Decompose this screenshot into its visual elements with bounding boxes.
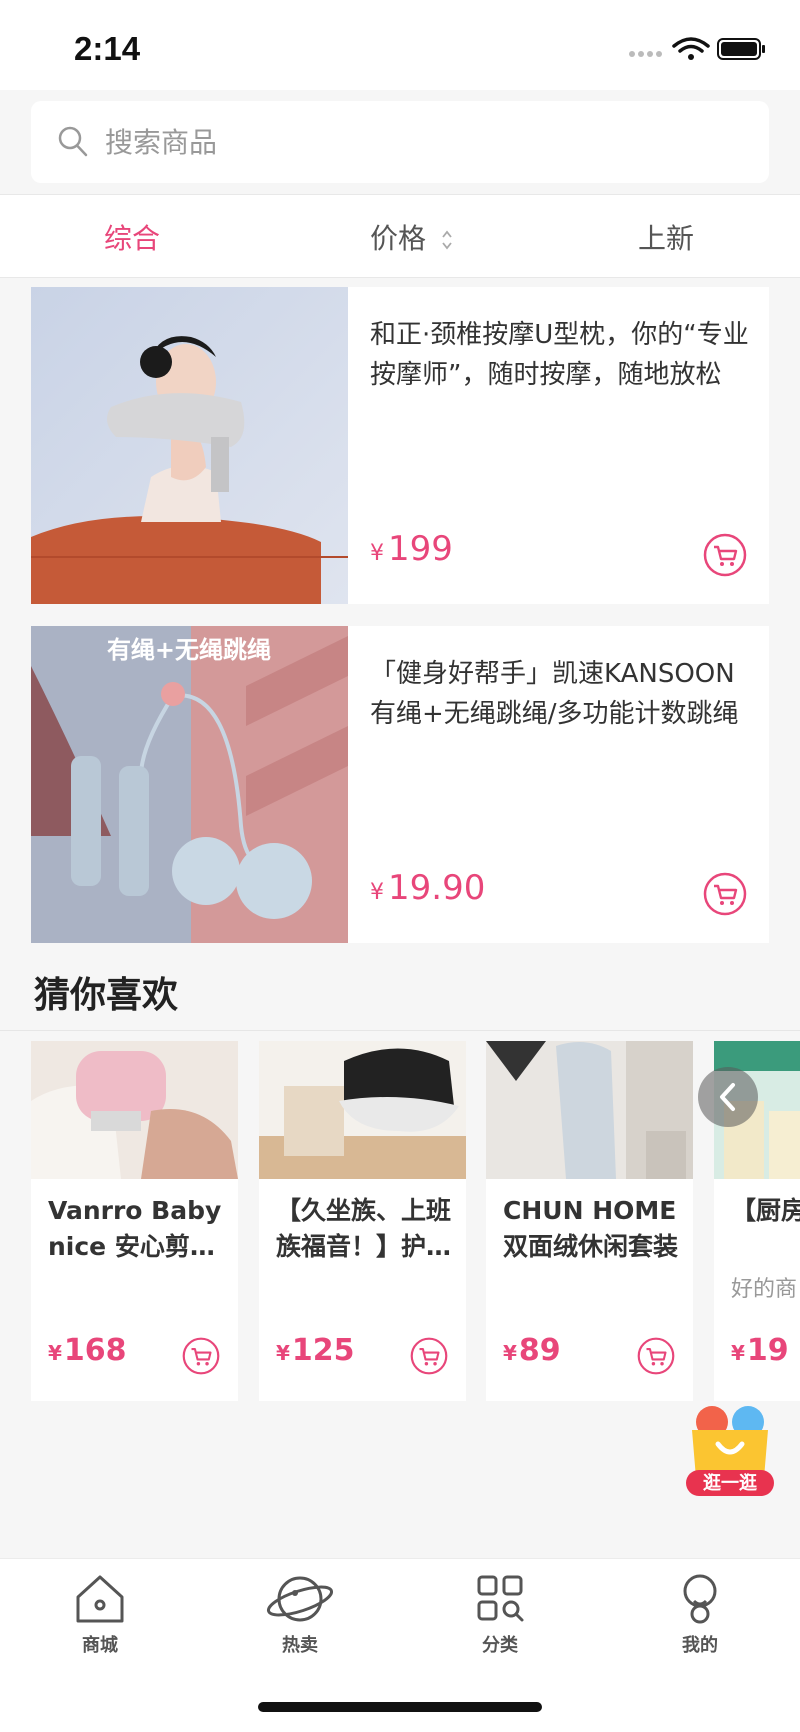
section-title-recommend: 猜你喜欢 xyxy=(34,975,179,1016)
recommend-price: ¥89 xyxy=(503,1333,561,1368)
tab-mall[interactable]: 商城 xyxy=(40,1573,160,1657)
recommend-title[interactable]: Vanrro Baby nice 安心剪宝宝指甲剪 xyxy=(48,1193,228,1265)
chevron-left-icon xyxy=(720,1083,735,1111)
search-area: 搜索商品 xyxy=(0,90,800,194)
recommend-card[interactable]: CHUN HOME 双面绒休闲套装 ¥89 xyxy=(486,1041,693,1401)
product-title[interactable]: 和正·颈椎按摩U型枕，你的“专业按摩师”，随时按摩，随地放松 xyxy=(370,315,750,395)
product-image[interactable]: 有绳+无绳跳绳 xyxy=(31,626,348,943)
status-time: 2:14 xyxy=(74,30,141,67)
product-image[interactable] xyxy=(31,287,348,604)
price-value: 19 xyxy=(746,1333,789,1368)
search-icon xyxy=(58,126,88,157)
price-value: 19.90 xyxy=(388,868,486,908)
price-value: 168 xyxy=(63,1333,127,1368)
tab-label: 我的 xyxy=(682,1635,718,1656)
add-to-cart-icon[interactable] xyxy=(703,872,747,916)
search-input[interactable]: 搜索商品 xyxy=(31,101,769,183)
status-icons xyxy=(626,34,766,64)
product-image-caption: 有绳+无绳跳绳 xyxy=(107,636,271,664)
recommend-price: ¥125 xyxy=(276,1333,355,1368)
home-indicator xyxy=(258,1702,542,1712)
add-to-cart-icon[interactable] xyxy=(637,1337,675,1375)
add-to-cart-icon[interactable] xyxy=(182,1337,220,1375)
recommend-image[interactable] xyxy=(259,1041,466,1179)
price-value: 89 xyxy=(518,1333,561,1368)
filter-tab-comprehensive[interactable]: 综合 xyxy=(104,217,160,257)
scroll-left-button[interactable] xyxy=(698,1067,758,1127)
planet-icon xyxy=(266,1576,334,1622)
product-price: ¥199 xyxy=(370,529,453,569)
recommend-title[interactable]: 【厨房调料瓶调 xyxy=(731,1193,800,1229)
tab-profile[interactable]: 我的 xyxy=(640,1573,760,1657)
tab-label: 热卖 xyxy=(282,1635,318,1656)
tab-hot[interactable]: 热卖 xyxy=(240,1573,360,1657)
price-value: 125 xyxy=(291,1333,355,1368)
divider xyxy=(0,1030,800,1031)
recommend-title[interactable]: CHUN HOME 双面绒休闲套装 xyxy=(503,1193,683,1265)
currency-symbol: ¥ xyxy=(370,880,384,905)
filter-tab-new[interactable]: 上新 xyxy=(638,217,694,257)
currency-symbol: ¥ xyxy=(503,1341,517,1365)
profile-icon xyxy=(683,1574,717,1624)
tab-label: 分类 xyxy=(482,1635,518,1656)
filter-tab-price-label: 价格 xyxy=(370,222,427,255)
browse-float-label: 逛一逛 xyxy=(703,1472,757,1494)
recommend-price: ¥19 xyxy=(731,1333,789,1368)
currency-symbol: ¥ xyxy=(276,1341,290,1365)
signal-icon xyxy=(629,51,662,57)
search-placeholder: 搜索商品 xyxy=(105,126,218,159)
product-price: ¥19.90 xyxy=(370,868,485,908)
filter-tab-price[interactable]: 价格 xyxy=(370,217,453,257)
product-title[interactable]: 「健身好帮手」凯速KANSOON 有绳+无绳跳绳/多功能计数跳绳 xyxy=(370,654,750,734)
add-to-cart-icon[interactable] xyxy=(703,533,747,577)
category-icon xyxy=(477,1575,524,1622)
status-bar: 2:14 xyxy=(0,0,800,90)
tab-label: 商城 xyxy=(82,1635,118,1656)
filter-bar: 综合 价格 上新 xyxy=(0,194,800,278)
recommend-image[interactable] xyxy=(486,1041,693,1179)
product-card[interactable]: 有绳+无绳跳绳 「健身好帮手」凯速KANSOON 有绳+无绳跳绳/多功能计数跳绳… xyxy=(31,626,769,943)
price-value: 199 xyxy=(388,529,453,569)
recommend-title[interactable]: 【久坐族、上班族福音！】护腰坐垫 xyxy=(276,1193,456,1265)
add-to-cart-icon[interactable] xyxy=(410,1337,448,1375)
currency-symbol: ¥ xyxy=(731,1341,745,1365)
browse-float-button[interactable]: 逛一逛 xyxy=(680,1400,780,1500)
wifi-icon xyxy=(672,37,710,60)
recommend-price: ¥168 xyxy=(48,1333,127,1368)
recommend-card[interactable]: 【久坐族、上班族福音！】护腰坐垫 ¥125 xyxy=(259,1041,466,1401)
home-icon xyxy=(76,1575,124,1623)
recommend-card[interactable]: Vanrro Baby nice 安心剪宝宝指甲剪 ¥168 xyxy=(31,1041,238,1401)
recommend-image[interactable] xyxy=(31,1041,238,1179)
currency-symbol: ¥ xyxy=(48,1341,62,1365)
sort-arrows-icon xyxy=(442,230,452,250)
currency-symbol: ¥ xyxy=(370,541,384,566)
battery-icon xyxy=(717,38,765,60)
recommend-subtitle: 好的商 xyxy=(731,1277,798,1302)
tab-category[interactable]: 分类 xyxy=(440,1573,560,1657)
product-card[interactable]: 和正·颈椎按摩U型枕，你的“专业按摩师”，随时按摩，随地放松 ¥199 xyxy=(31,287,769,604)
